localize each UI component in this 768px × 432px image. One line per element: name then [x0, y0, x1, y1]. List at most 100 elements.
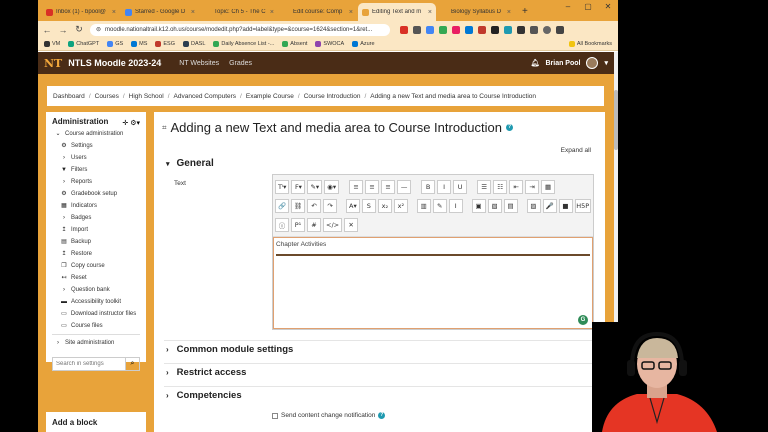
grammarly-icon[interactable]: G	[578, 315, 588, 325]
search-input[interactable]	[53, 358, 125, 370]
close-icon[interactable]: ×	[507, 9, 511, 16]
toolbar-button[interactable]: ✕	[344, 217, 359, 232]
download-icon[interactable]	[530, 25, 538, 34]
nav-grades[interactable]: Grades	[229, 60, 252, 67]
bookmark[interactable]: GS	[107, 41, 123, 47]
gear-icon[interactable]: ⚙▾	[130, 120, 140, 127]
toolbar-button[interactable]: ⇤	[509, 179, 524, 194]
profile-icon[interactable]	[543, 25, 551, 34]
sidebar-item-filters[interactable]: ▼ Filters	[52, 164, 140, 176]
all-bookmarks[interactable]: All Bookmarks	[568, 41, 612, 47]
toolbar-button[interactable]: 🔗	[275, 198, 289, 213]
puzzle-icon[interactable]	[517, 25, 525, 34]
menu-icon[interactable]	[556, 25, 564, 34]
bookmark[interactable]: VM	[44, 41, 60, 47]
extension-icon[interactable]	[478, 25, 486, 34]
notify-checkbox[interactable]	[272, 412, 278, 419]
forward-icon[interactable]: →	[58, 25, 68, 35]
toolbar-button[interactable]: </>	[323, 217, 343, 232]
toolbar-button[interactable]: ▦	[541, 179, 556, 194]
breadcrumb-item[interactable]: High School	[129, 93, 164, 100]
toolbar-button[interactable]: ≡	[381, 179, 396, 194]
toolbar-button[interactable]: ▨	[526, 198, 541, 213]
add-block-title[interactable]: Add a block	[52, 418, 97, 427]
toolbar-button[interactable]: ↷	[323, 198, 337, 213]
toolbar-button[interactable]: U	[453, 179, 468, 194]
toolbar-button[interactable]: x²	[393, 198, 408, 213]
search-icon[interactable]: ⌕	[125, 358, 139, 370]
extension-icon[interactable]	[491, 25, 499, 34]
sidebar-item-course-administration[interactable]: ⌄ Course administration	[52, 128, 140, 140]
bookmark[interactable]: Daily Absence List -...	[213, 41, 274, 47]
extension-icon[interactable]	[465, 25, 473, 34]
toolbar-button[interactable]: ↶	[307, 198, 321, 213]
breadcrumb-item[interactable]: Advanced Computers	[174, 93, 237, 100]
toolbar-button[interactable]: ☰	[477, 179, 492, 194]
toolbar-button[interactable]: A▾	[345, 198, 360, 213]
toolbar-button[interactable]: ⛓	[291, 198, 305, 213]
toolbar-button[interactable]: B	[421, 179, 436, 194]
minimize-icon[interactable]: –	[558, 0, 578, 14]
extension-icon[interactable]	[452, 25, 460, 34]
toolbar-button[interactable]: ▥	[416, 198, 431, 213]
tab-starred[interactable]: Starred - Google D ×	[121, 3, 199, 21]
maximize-icon[interactable]: ▢	[578, 0, 598, 14]
bookmark[interactable]: ESG	[155, 41, 175, 47]
toolbar-button[interactable]: ≡	[349, 179, 364, 194]
close-icon[interactable]: ×	[349, 9, 353, 16]
close-icon[interactable]: ×	[112, 9, 116, 16]
close-icon[interactable]: ×	[428, 9, 432, 16]
nav-nt-websites[interactable]: NT Websites	[179, 60, 219, 67]
tab-edit-course[interactable]: Edit course: Comp ×	[279, 3, 357, 21]
extension-icon[interactable]	[504, 25, 512, 34]
editor-text[interactable]: Chapter Activities	[276, 241, 326, 248]
sidebar-item-accessibility-toolkit[interactable]: ▬ Accessibility toolkit	[52, 296, 140, 308]
toolbar-button[interactable]: S	[361, 198, 376, 213]
section-common-module-settings[interactable]: › Common module settings	[166, 344, 293, 355]
help-icon[interactable]: ?	[378, 412, 386, 419]
sidebar-item-gradebook-setup[interactable]: ⚙ Gradebook setup	[52, 188, 140, 200]
section-competencies[interactable]: › Competencies	[166, 390, 242, 401]
bookmark[interactable]: Absent	[282, 41, 307, 47]
help-icon[interactable]: ?	[505, 124, 513, 131]
toolbar-button[interactable]: ☷	[493, 179, 508, 194]
sidebar-item-question-bank[interactable]: › Question bank	[52, 284, 140, 296]
close-icon[interactable]: ×	[270, 9, 274, 16]
toolbar-button[interactable]: x₂	[377, 198, 392, 213]
sidebar-item-restore[interactable]: ↥ Restore	[52, 248, 140, 260]
sidebar-item-course-files[interactable]: ▭ Course files	[52, 320, 140, 332]
toolbar-button[interactable]: ■	[558, 198, 573, 213]
sidebar-item-reports[interactable]: › Reports	[52, 176, 140, 188]
toolbar-button[interactable]: —	[397, 179, 412, 194]
toolbar-button[interactable]: I	[448, 198, 463, 213]
toolbar-button[interactable]: ⓘ	[275, 217, 289, 232]
toolbar-button[interactable]: ⇥	[525, 179, 540, 194]
toolbar-button[interactable]: 🎤	[542, 198, 557, 213]
tab-editing-text[interactable]: Editing Text and m ×	[358, 3, 436, 21]
sidebar-item-reset[interactable]: ↤ Reset	[52, 272, 140, 284]
toolbar-button[interactable]: P¹	[291, 217, 305, 232]
bookmark[interactable]: DASL	[183, 41, 205, 47]
scrollbar-thumb[interactable]	[614, 90, 618, 150]
sidebar-item-backup[interactable]: ▤ Backup	[52, 236, 140, 248]
sidebar-item-download-instructor-files[interactable]: ▭ Download instructor files	[52, 308, 140, 320]
extension-icon[interactable]	[413, 25, 421, 34]
bell-icon[interactable]: 🔔︎	[531, 59, 540, 67]
site-name[interactable]: NTLS Moodle 2023-24	[68, 58, 161, 68]
tab-topic[interactable]: Topic: Ch 5 - The C ×	[200, 3, 278, 21]
bookmark[interactable]: ChatGPT	[68, 41, 99, 47]
bookmark[interactable]: MS	[131, 41, 147, 47]
toolbar-button[interactable]: ✎▾	[307, 179, 323, 194]
section-general[interactable]: ▾ General	[166, 158, 214, 169]
toolbar-button[interactable]: F▾	[291, 179, 306, 194]
tab-biology[interactable]: Biology Syllabus D ×	[437, 3, 515, 21]
breadcrumb-item[interactable]: Courses	[95, 93, 119, 100]
toolbar-button[interactable]: Tᴵ▾	[275, 179, 290, 194]
section-restrict-access[interactable]: › Restrict access	[166, 367, 246, 378]
sidebar-item-import[interactable]: ↥ Import	[52, 224, 140, 236]
expand-all-link[interactable]: Expand all	[561, 147, 591, 154]
sidebar-item-site-administration[interactable]: › Site administration	[52, 334, 140, 349]
breadcrumb-item[interactable]: Dashboard	[53, 93, 85, 100]
new-tab-button[interactable]: +	[516, 3, 534, 21]
breadcrumb-item[interactable]: Course Introduction	[304, 93, 361, 100]
